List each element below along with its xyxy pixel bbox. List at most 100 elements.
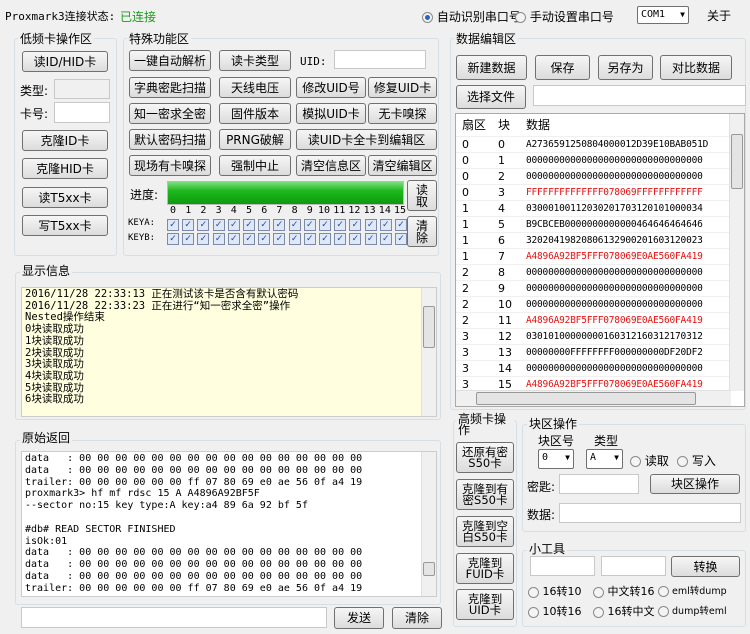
clear-info-button[interactable]: 清空信息区 xyxy=(296,155,366,176)
read-uid-full-to-editor-button[interactable]: 读UID卡全卡到编辑区 xyxy=(296,129,437,150)
keya-checkbox[interactable]: ✓ xyxy=(349,219,362,231)
keya-checkbox[interactable]: ✓ xyxy=(319,219,331,231)
force-stop-button[interactable]: 强制中止 xyxy=(219,155,291,176)
table-row[interactable]: 1 6 32020419820806132900201603120023 xyxy=(456,232,731,249)
keyb-checkbox[interactable]: ✓ xyxy=(319,233,331,245)
keyb-checkbox[interactable]: ✓ xyxy=(197,233,210,245)
auto-port-radio[interactable]: 自动识别串口号 xyxy=(422,8,521,25)
keya-checkbox[interactable]: ✓ xyxy=(273,219,286,231)
read-t5xx-button[interactable]: 读T5xx卡 xyxy=(22,187,108,208)
keya-checkbox[interactable]: ✓ xyxy=(212,219,225,231)
command-input[interactable] xyxy=(21,607,327,628)
keyb-checkbox[interactable]: ✓ xyxy=(212,233,225,245)
raw-log[interactable]: data : 00 00 00 00 00 00 00 00 00 00 00 … xyxy=(21,451,437,597)
tool-option-radio[interactable]: 16转10 xyxy=(528,583,582,599)
dict-key-scan-button[interactable]: 字典密匙扫描 xyxy=(129,77,211,98)
table-row[interactable]: 2 10 00000000000000000000000000000000 xyxy=(456,296,731,313)
com-port-select[interactable]: COM1 xyxy=(637,6,689,24)
keyb-checkbox[interactable]: ✓ xyxy=(273,233,286,245)
table-row[interactable]: 3 14 00000000000000000000000000000000 xyxy=(456,360,731,377)
clear-keys-button[interactable]: 清除 xyxy=(407,216,437,247)
read-id-hid-button[interactable]: 读ID/HID卡 xyxy=(22,51,108,72)
raw-scrollbar[interactable] xyxy=(421,452,436,596)
firmware-version-button[interactable]: 固件版本 xyxy=(219,103,291,124)
keya-checkbox[interactable]: ✓ xyxy=(379,219,392,231)
keya-checkbox[interactable]: ✓ xyxy=(227,219,240,231)
tool-input-2[interactable] xyxy=(601,556,666,576)
file-path-field[interactable] xyxy=(533,85,746,106)
keya-checkbox[interactable]: ✓ xyxy=(243,219,255,231)
keya-checkbox[interactable]: ✓ xyxy=(364,219,377,231)
info-log[interactable]: 2016/11/28 22:33:13 正在测试该卡是否含有默认密码 2016/1… xyxy=(21,287,437,417)
keya-checkbox[interactable]: ✓ xyxy=(258,219,271,231)
card-number-field[interactable] xyxy=(54,102,110,123)
table-row[interactable]: 3 12 03010100000000160312160312170312 xyxy=(456,328,731,345)
modify-uid-button[interactable]: 修改UID号 xyxy=(296,77,366,98)
nested-attack-button[interactable]: 知一密求全密 xyxy=(129,103,211,124)
keyb-checkbox[interactable]: ✓ xyxy=(227,233,240,245)
type-field[interactable] xyxy=(54,79,110,99)
keyb-checkbox[interactable]: ✓ xyxy=(182,233,195,245)
keya-checkbox[interactable]: ✓ xyxy=(182,219,195,231)
clear-editor-button[interactable]: 清空编辑区 xyxy=(368,155,437,176)
table-row[interactable]: 0 0 A2736591250804000012D39E10BAB051D xyxy=(456,136,731,153)
emulate-uid-card-button[interactable]: 模拟UID卡 xyxy=(296,103,366,124)
prng-crack-button[interactable]: PRNG破解 xyxy=(219,129,291,150)
keyb-checkbox[interactable]: ✓ xyxy=(303,233,316,245)
about-menu[interactable]: 关于 xyxy=(707,7,731,24)
keyb-checkbox[interactable]: ✓ xyxy=(243,233,255,245)
col-data[interactable]: 数据 xyxy=(520,114,731,137)
key-field[interactable] xyxy=(559,474,639,494)
table-row[interactable]: 1 7 A4896A92BF5FFF078069E0AE560FA419 xyxy=(456,248,731,265)
tool-option-radio[interactable]: 中文转16 xyxy=(593,583,655,599)
choose-file-button[interactable]: 选择文件 xyxy=(456,85,526,109)
keya-checkbox[interactable]: ✓ xyxy=(197,219,210,231)
auto-analyze-button[interactable]: 一键自动解析 xyxy=(129,50,211,71)
write-t5xx-button[interactable]: 写T5xx卡 xyxy=(22,215,108,236)
clone-id-button[interactable]: 克隆ID卡 xyxy=(22,130,108,151)
table-row[interactable]: 2 8 00000000000000000000000000000000 xyxy=(456,264,731,281)
table-row[interactable]: 0 2 00000000000000000000000000000000 xyxy=(456,168,731,185)
tool-option-radio[interactable]: 10转16 xyxy=(528,603,582,619)
uid-field[interactable] xyxy=(334,50,426,69)
sniff-with-card-button[interactable]: 现场有卡嗅探 xyxy=(129,155,211,176)
table-row[interactable]: 1 4 03000100112030201703120101000034 xyxy=(456,200,731,217)
table-row[interactable]: 2 11 A4896A92BF5FFF078069E0AE560FA419 xyxy=(456,312,731,329)
read-radio[interactable]: 读取 xyxy=(630,452,669,469)
col-block[interactable]: 块 xyxy=(492,114,520,137)
table-vertical-scrollbar[interactable] xyxy=(729,114,744,391)
keya-checkbox[interactable]: ✓ xyxy=(395,219,407,231)
key-type-select[interactable]: A xyxy=(586,449,623,469)
keyb-checkbox[interactable]: ✓ xyxy=(167,233,179,245)
restore-s50-button[interactable]: 还原有密S50卡 xyxy=(456,442,514,473)
read-card-type-button[interactable]: 读卡类型 xyxy=(219,50,291,71)
block-data-field[interactable] xyxy=(559,503,741,523)
manual-port-radio[interactable]: 手动设置串口号 xyxy=(515,8,614,25)
keyb-checkbox[interactable]: ✓ xyxy=(334,233,347,245)
write-radio[interactable]: 写入 xyxy=(677,452,716,469)
table-row[interactable]: 1 5 B9CBCEB0000000000000464646464646 xyxy=(456,216,731,233)
keyb-checkbox[interactable]: ✓ xyxy=(258,233,271,245)
read-keys-button[interactable]: 读取 xyxy=(407,180,437,211)
tool-input-1[interactable] xyxy=(530,556,595,576)
tool-option-radio[interactable]: eml转dump xyxy=(658,583,727,597)
keya-checkbox[interactable]: ✓ xyxy=(303,219,316,231)
tool-option-radio[interactable]: dump转eml xyxy=(658,603,727,617)
antenna-voltage-button[interactable]: 天线电压 xyxy=(219,77,291,98)
compare-data-button[interactable]: 对比数据 xyxy=(660,55,732,80)
table-horizontal-scrollbar[interactable] xyxy=(456,390,731,406)
clear-raw-button[interactable]: 清除 xyxy=(392,607,442,629)
clone-to-fuid-button[interactable]: 克隆到FUID卡 xyxy=(456,553,514,584)
block-number-select[interactable]: 0 xyxy=(538,449,574,469)
save-button[interactable]: 保存 xyxy=(535,55,590,80)
save-as-button[interactable]: 另存为 xyxy=(598,55,653,80)
keyb-checkbox[interactable]: ✓ xyxy=(379,233,392,245)
keyb-checkbox[interactable]: ✓ xyxy=(288,233,301,245)
tool-option-radio[interactable]: 16转中文 xyxy=(593,603,655,619)
keya-checkbox[interactable]: ✓ xyxy=(167,219,179,231)
default-key-scan-button[interactable]: 默认密码扫描 xyxy=(129,129,211,150)
clone-hid-button[interactable]: 克隆HID卡 xyxy=(22,158,108,179)
table-row[interactable]: 0 1 00000000000000000000000000000000 xyxy=(456,152,731,169)
table-row[interactable]: 3 13 00000000FFFFFFFF000000000DF20DF2 xyxy=(456,344,731,361)
clone-to-uid-button[interactable]: 克隆到UID卡 xyxy=(456,589,514,620)
